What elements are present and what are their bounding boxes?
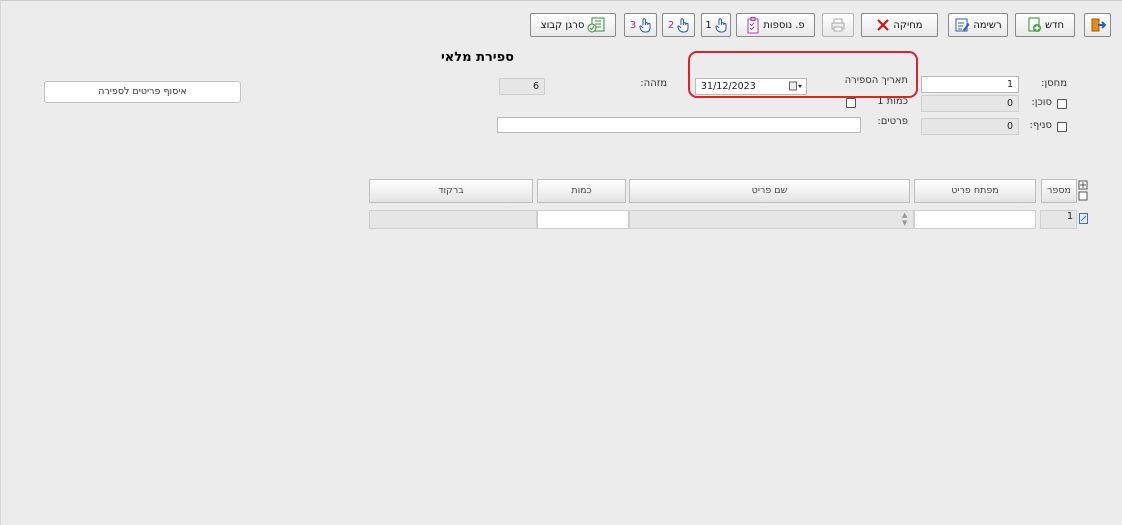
warehouse-field[interactable]: 1 [921, 76, 1019, 93]
load-items-button[interactable]: איסוף פריטים לספירה [44, 81, 241, 103]
cell-quantity[interactable] [537, 210, 629, 229]
cell-item-name[interactable] [629, 210, 914, 229]
column-header-item-name[interactable]: שם פריט [629, 179, 910, 203]
list-button[interactable]: רשימה [948, 13, 1008, 37]
new-document-icon [1026, 17, 1042, 33]
cell-item-key[interactable] [914, 210, 1036, 229]
step-3-label: 3 [629, 19, 637, 31]
step-3-button[interactable]: 3 [624, 13, 657, 37]
pointer-hand-icon [714, 17, 727, 33]
collect-button-label: סרגן קבוצ [540, 19, 585, 31]
new-button[interactable]: חדש [1015, 13, 1075, 37]
column-header-quantity[interactable]: כמות [537, 179, 626, 203]
identity-label: מזהה: [640, 78, 667, 89]
details-label: פרטים: [877, 116, 908, 127]
delete-button-label: מחיקה [893, 19, 923, 31]
scroll-arrows-icon[interactable]: ▲ ▼ [902, 211, 907, 227]
column-header-number[interactable]: מספר [1041, 179, 1077, 203]
step-1-button[interactable]: 1 [701, 13, 731, 37]
new-button-label: חדש [1044, 19, 1065, 31]
print-button[interactable] [822, 13, 854, 37]
column-header-item-key[interactable]: מפתח פריט [914, 179, 1036, 203]
step-2-button[interactable]: 2 [662, 13, 695, 37]
row-edit-icon[interactable] [1079, 213, 1088, 227]
exit-button[interactable] [1084, 13, 1111, 37]
page-title: ספירת מלאי [440, 50, 514, 65]
list-edit-icon [954, 17, 970, 33]
column-chooser-icon[interactable] [1078, 180, 1088, 205]
excel-export-icon [587, 17, 605, 33]
details-field[interactable] [497, 117, 861, 133]
agent-field: 0 [921, 95, 1019, 112]
step-2-label: 2 [667, 19, 675, 31]
printer-icon [830, 17, 846, 33]
checklist-icon [746, 16, 760, 34]
quantity-checkbox[interactable] [846, 98, 856, 108]
step-1-label: 1 [705, 19, 712, 31]
exit-door-icon [1090, 17, 1106, 33]
pointer-hand-icon [639, 17, 651, 33]
agent-checkbox[interactable] [1057, 99, 1067, 109]
collect-button[interactable]: סרגן קבוצ [530, 13, 616, 37]
column-header-barcode[interactable]: ברקוד [369, 179, 533, 203]
branch-field: 0 [921, 118, 1019, 135]
cell-number: 1 [1040, 210, 1077, 229]
extra-functions-label: פ. נוספות [763, 19, 805, 31]
warehouse-label: מחסן: [1041, 78, 1067, 89]
delete-button[interactable]: מחיקה [861, 13, 938, 37]
list-button-label: רשימה [973, 19, 1002, 31]
extra-functions-button[interactable]: פ. נוספות [736, 13, 815, 37]
date-highlight-box [688, 51, 918, 98]
identity-field: 6 [499, 78, 545, 95]
delete-x-icon [876, 18, 890, 32]
cell-barcode[interactable] [369, 210, 537, 229]
pointer-hand-icon [677, 17, 689, 33]
branch-checkbox[interactable] [1057, 122, 1067, 132]
